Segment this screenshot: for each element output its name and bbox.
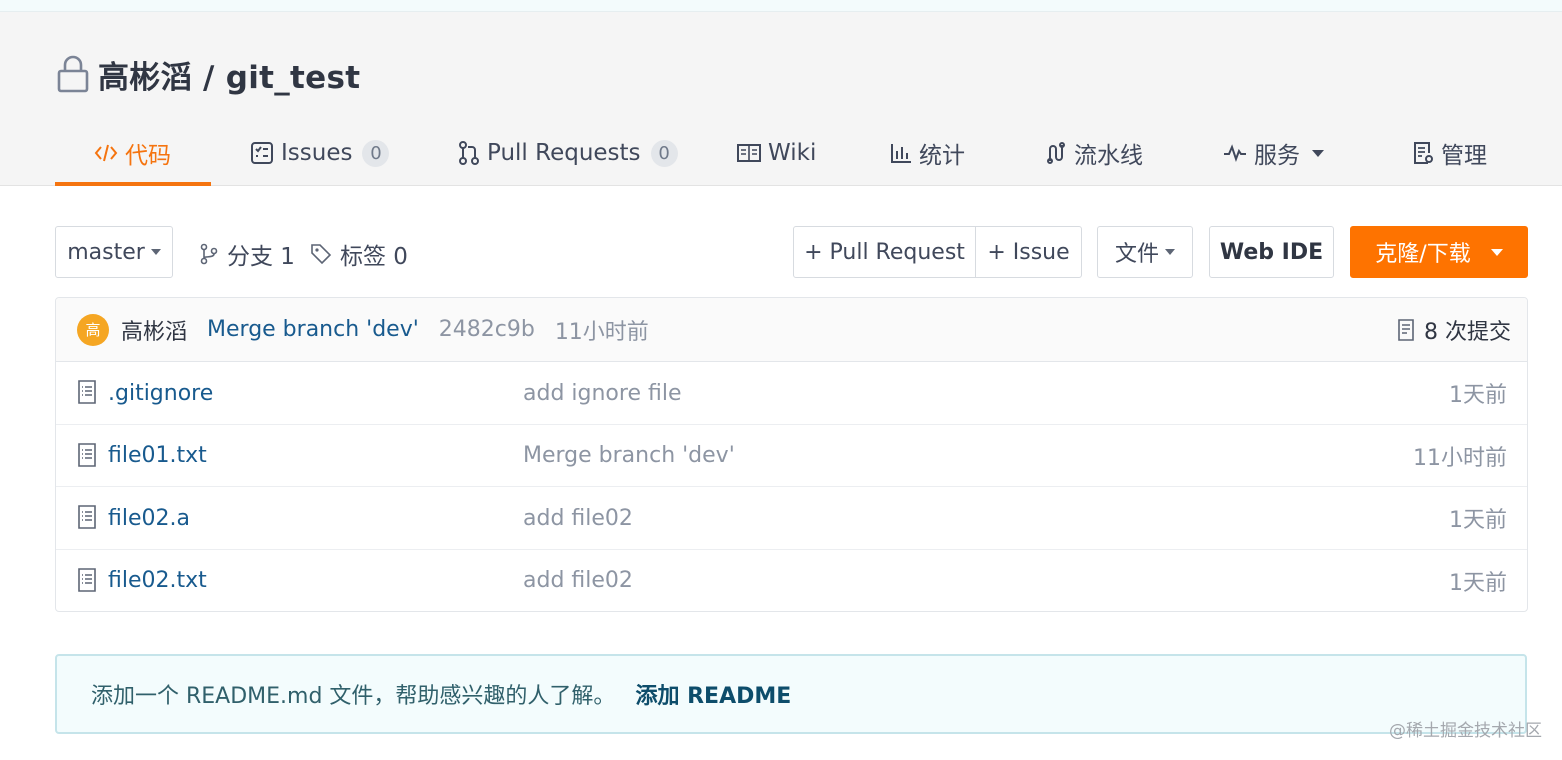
tab-label: 流水线: [1074, 143, 1143, 169]
file-commit-time: 1天前: [1449, 508, 1507, 533]
branches-link[interactable]: 分支 1: [199, 228, 295, 280]
repo-name[interactable]: 高彬滔 / git_test: [98, 52, 360, 97]
tab-services[interactable]: 服务: [1223, 120, 1324, 186]
code-icon: [94, 144, 118, 162]
tab-label: 统计: [919, 143, 965, 169]
tab-label: 服务: [1254, 143, 1300, 169]
commit-hash[interactable]: 2482c9b: [439, 317, 535, 342]
readme-notice: 添加一个 README.md 文件，帮助感兴趣的人了解。 添加 README: [55, 654, 1527, 734]
top-strip: [0, 0, 1562, 12]
commit-author[interactable]: 高彬滔: [121, 314, 187, 346]
avatar[interactable]: 高: [77, 313, 109, 346]
file-list: 高 高彬滔 Merge branch 'dev' 2482c9b 11小时前 8…: [55, 297, 1528, 612]
tab-manage[interactable]: 管理: [1412, 120, 1487, 186]
pipeline-icon: [1047, 142, 1065, 164]
file-icon: [78, 380, 96, 404]
table-row: file02.a add file02 1天前: [56, 487, 1527, 550]
clone-download-label: 克隆/下载: [1375, 242, 1471, 267]
file-name-link[interactable]: file02.a: [108, 487, 190, 549]
tab-pull-requests[interactable]: Pull Requests 0: [458, 120, 678, 186]
table-row: file02.txt add file02 1天前: [56, 550, 1527, 612]
book-icon: [737, 144, 761, 162]
chevron-down-icon: [1165, 249, 1175, 255]
tab-label: Issues: [281, 140, 353, 166]
new-pull-request-button[interactable]: + Pull Request: [793, 226, 976, 278]
file-dropdown-label: 文件: [1114, 242, 1159, 267]
bar-chart-icon: [891, 144, 911, 163]
lock-icon: [57, 55, 89, 93]
file-commit-message[interactable]: Merge branch 'dev': [523, 425, 735, 487]
repo-tabs: 代码 Issues 0 Pull Requests 0 Wiki 统计 流水线 …: [55, 120, 1535, 186]
branch-select-label: master: [67, 239, 145, 265]
web-ide-button[interactable]: Web IDE: [1209, 226, 1334, 278]
readme-notice-text: 添加一个 README.md 文件，帮助感兴趣的人了解。: [91, 684, 616, 709]
pulse-icon: [1224, 144, 1246, 162]
new-issue-button[interactable]: + Issue: [975, 226, 1082, 278]
branch-icon: [200, 243, 218, 265]
file-commit-message[interactable]: add file02: [523, 550, 633, 612]
repo-header: 高彬滔 / git_test 代码 Issues 0 Pull Requests…: [0, 12, 1562, 186]
add-readme-link[interactable]: 添加 README: [635, 678, 791, 710]
commits-icon: [1398, 319, 1414, 341]
branches-label: 分支 1: [227, 244, 295, 270]
file-name-link[interactable]: .gitignore: [108, 362, 213, 424]
branch-select[interactable]: master: [55, 226, 173, 278]
file-commit-message[interactable]: add ignore file: [523, 362, 681, 424]
tab-label: Wiki: [768, 140, 817, 166]
file-commit-time: 11小时前: [1413, 445, 1507, 471]
file-icon: [78, 505, 96, 529]
new-pull-request-label: + Pull Request: [804, 239, 965, 265]
new-issue-label: + Issue: [987, 239, 1070, 265]
table-row: file01.txt Merge branch 'dev' 11小时前: [56, 425, 1527, 487]
tag-icon: [311, 244, 332, 265]
file-commit-message[interactable]: add file02: [523, 487, 633, 549]
latest-commit-bar: 高 高彬滔 Merge branch 'dev' 2482c9b 11小时前 8…: [56, 298, 1527, 362]
chevron-down-icon: [1490, 248, 1503, 256]
file-icon: [78, 567, 96, 592]
web-ide-label: Web IDE: [1219, 239, 1324, 265]
tab-label: Pull Requests: [487, 140, 641, 166]
file-name-link[interactable]: file02.txt: [108, 550, 207, 612]
repo-title: 高彬滔 / git_test: [56, 52, 360, 97]
file-name-link[interactable]: file01.txt: [108, 425, 207, 487]
manage-icon: [1414, 142, 1433, 164]
issues-count-badge: 0: [362, 139, 390, 167]
table-row: .gitignore add ignore file 1天前: [56, 362, 1527, 425]
chevron-down-icon: [1312, 149, 1324, 157]
file-dropdown-button[interactable]: 文件: [1097, 226, 1193, 278]
tags-link[interactable]: 标签 0: [310, 228, 408, 280]
file-icon: [78, 442, 96, 467]
tab-label: 代码: [125, 143, 171, 169]
watermark: @稀土掘金技术社区: [1389, 721, 1542, 741]
tab-stats[interactable]: 统计: [890, 120, 965, 186]
clone-download-button[interactable]: 克隆/下载: [1350, 226, 1528, 278]
tab-label: 管理: [1441, 143, 1487, 169]
commit-count-link[interactable]: 8 次提交: [1396, 298, 1511, 362]
file-commit-time: 1天前: [1449, 570, 1507, 596]
tab-wiki[interactable]: Wiki: [737, 120, 816, 186]
pull-request-icon: [459, 141, 479, 165]
file-commit-time: 1天前: [1449, 383, 1507, 408]
commit-time: 11小时前: [554, 319, 649, 345]
issues-icon: [251, 142, 273, 164]
tab-pipeline[interactable]: 流水线: [1045, 120, 1143, 186]
pull-requests-count-badge: 0: [650, 139, 678, 167]
tab-code[interactable]: 代码: [55, 120, 211, 186]
chevron-down-icon: [150, 249, 161, 255]
tags-label: 标签 0: [340, 244, 408, 270]
tab-issues[interactable]: Issues 0: [250, 120, 390, 186]
commit-count-label: 8 次提交: [1424, 320, 1511, 345]
commit-message[interactable]: Merge branch 'dev': [207, 317, 419, 342]
